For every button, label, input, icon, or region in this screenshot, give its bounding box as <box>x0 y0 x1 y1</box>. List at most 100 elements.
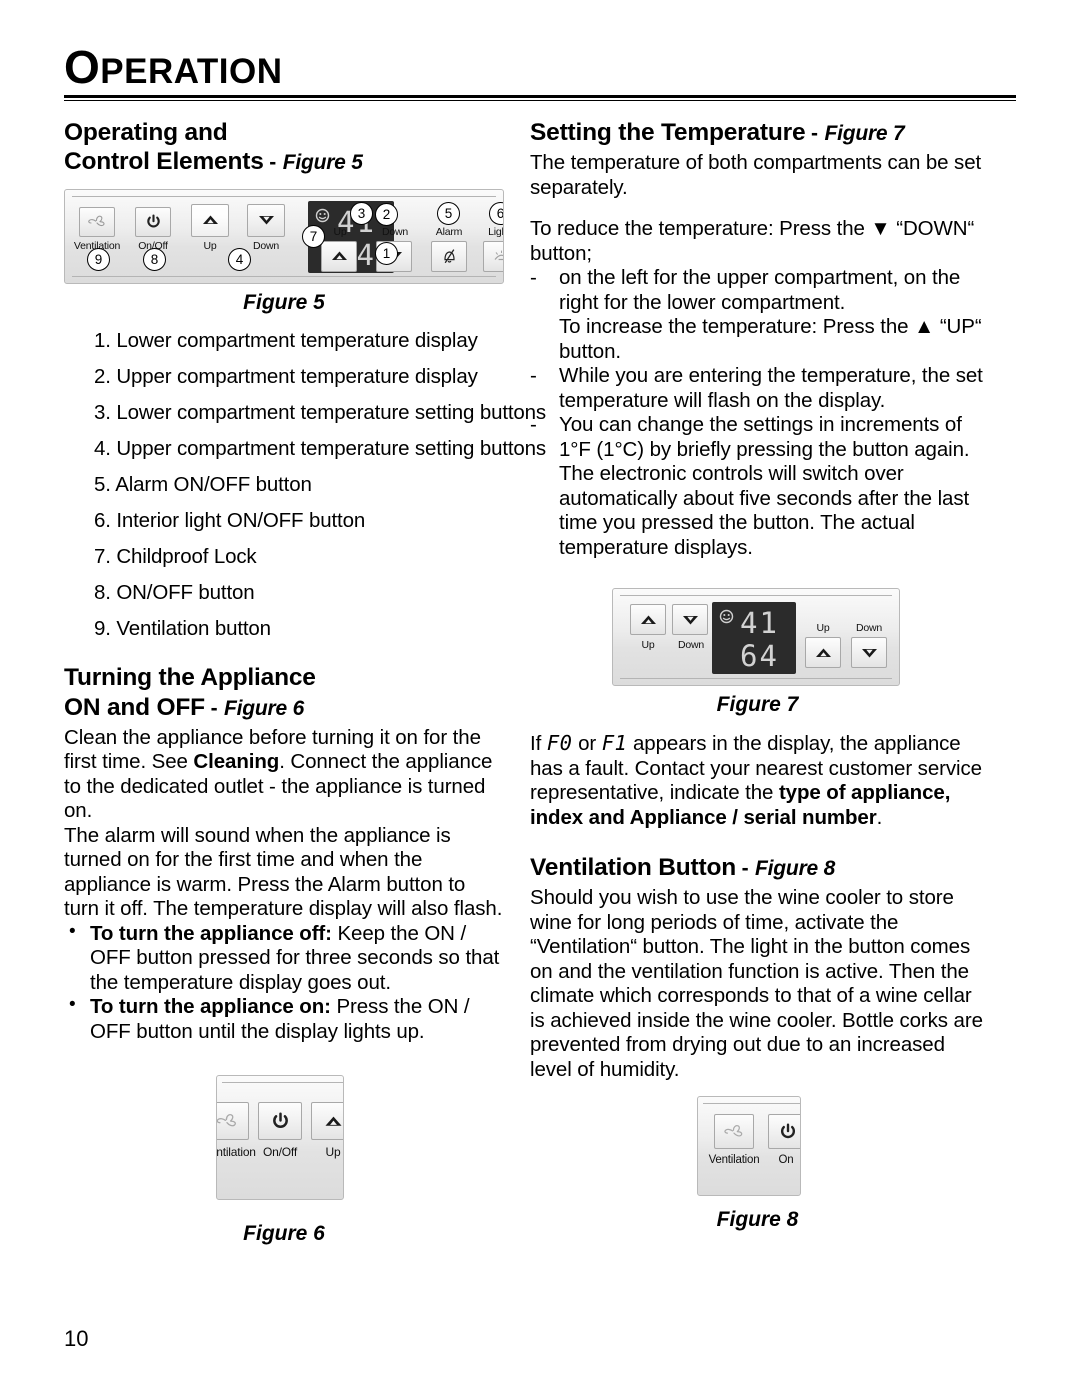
heading-dash: - <box>741 857 749 881</box>
heading-line-1: Turning the Appliance <box>64 664 316 692</box>
figure-5-caption: Figure 5 <box>243 290 325 314</box>
fault-text-a: If <box>530 732 547 756</box>
panel-bottom-rule <box>620 678 892 680</box>
heading-turning-appliance: Turning the Appliance ON and OFF - Figur… <box>64 663 504 722</box>
panel-top-rule <box>222 1082 343 1084</box>
turning-appliance-bullets: • To turn the appliance off: Keep the ON … <box>64 920 504 1044</box>
figure5-callout-3: 3 <box>350 201 373 225</box>
figure8-ventilation-button[interactable] <box>714 1114 754 1150</box>
dash-text: While you are entering the temperature, … <box>559 364 983 412</box>
power-icon <box>781 1123 795 1139</box>
triangle-down-icon <box>258 216 274 225</box>
list-item: 8. ON/OFF button <box>94 580 255 604</box>
list-item: 3. Lower compartment temperature setting… <box>94 400 547 424</box>
heading-text: Setting the Temperature <box>530 119 806 146</box>
figure5-callout-2: 2 <box>375 202 398 226</box>
dash-text: You can change the settings in increment… <box>559 413 970 559</box>
triangle-up-icon <box>331 251 347 261</box>
heading-figure-ref: Figure 7 <box>824 122 905 145</box>
figure5-label-alarm: Alarm <box>435 225 463 238</box>
header-divider <box>64 95 1016 101</box>
heading-line-1: Operating and <box>64 119 228 146</box>
figure5-light-button[interactable] <box>483 240 503 272</box>
paragraph-reduce-temperature: To reduce the temperature: Press the ▼ “… <box>530 217 975 265</box>
figure-6-caption: Figure 6 <box>243 1222 325 1246</box>
figure8-label-on: On <box>778 1154 794 1167</box>
chapter-title-rest: PERATION <box>100 52 283 91</box>
figure5-label-up-upper: Up <box>203 239 217 252</box>
figure7-down-button-lower[interactable] <box>851 637 887 669</box>
smiley-childproof-icon <box>719 609 734 624</box>
figure5-callout-7: 7 <box>302 224 325 248</box>
figure5-callout-4: 4 <box>228 247 251 271</box>
panel-top-rule <box>703 1103 800 1105</box>
figure7-label-up-lower: Up <box>816 622 830 635</box>
panel-top-rule <box>72 195 496 197</box>
bullet-dot-icon: • <box>69 920 76 942</box>
list-item: 1. Lower compartment temperature display <box>94 328 478 352</box>
fault-text-d: . <box>876 805 883 829</box>
heading-operating-control-elements: Operating and Control Elements - Figure … <box>64 118 504 177</box>
figure5-up-button-lower[interactable] <box>321 240 357 272</box>
list-item: - on the left for the upper compartment, … <box>530 266 985 315</box>
figure6-up-button[interactable] <box>311 1102 343 1141</box>
figure7-up-button-lower[interactable] <box>805 637 841 669</box>
page-title: OPERATION <box>64 44 1016 90</box>
list-item-turn-off: • To turn the appliance off: Keep the ON … <box>64 920 504 995</box>
figure7-label-down-upper: Down <box>677 639 705 652</box>
page-number: 10 <box>64 1326 89 1351</box>
figure-8-caption: Figure 8 <box>716 1208 799 1232</box>
figure7-display-lower-value: 64 <box>740 639 779 674</box>
heading-ventilation-button: Ventilation Button - Figure 8 <box>530 853 985 882</box>
figure6-onoff-button[interactable] <box>258 1102 302 1141</box>
triangle-up-icon <box>640 615 656 624</box>
dash-text: To increase the temperature: Press the ▲… <box>559 315 982 363</box>
paragraph-alarm-sound: The alarm will sound when the appliance … <box>64 823 503 921</box>
heading-dash: - <box>811 122 818 145</box>
dash-marker: - <box>530 413 537 437</box>
list-item: 2. Upper compartment temperature display <box>94 364 478 388</box>
fan-icon <box>217 1113 236 1127</box>
figure6-ventilation-button[interactable] <box>217 1102 249 1141</box>
figure5-alarm-button[interactable] <box>431 240 467 272</box>
fault-code-f0: F0 <box>546 731 573 756</box>
dash-marker: - <box>530 364 537 388</box>
triangle-up-icon <box>815 648 831 657</box>
figure5-callout-6: 6 <box>489 201 503 225</box>
lamp-icon <box>494 250 503 261</box>
triangle-down-icon <box>861 648 877 658</box>
chapter-title-first-letter: O <box>64 41 101 93</box>
figure-6-block: ntilation On/Off Up Figure 6 <box>64 1075 504 1246</box>
control-panel-figure-5: Ventilation On/Off Up Down Up Down Alarm… <box>64 188 504 284</box>
heading-dash: - <box>269 151 277 175</box>
figure8-onoff-button[interactable] <box>768 1114 800 1150</box>
list-item: - You can change the settings in incremen… <box>530 413 985 560</box>
figure5-callout-1: 1 <box>375 241 398 265</box>
divider-thick <box>64 95 1016 98</box>
list-item: - While you are entering the temperature,… <box>530 364 985 413</box>
figure7-temperature-display: 41 64 <box>712 602 796 675</box>
power-icon <box>146 214 160 228</box>
control-panel-figure-6: ntilation On/Off Up <box>216 1075 344 1201</box>
list-item: 5. Alarm ON/OFF button <box>94 472 312 496</box>
heading-figure-ref: Figure 5 <box>282 151 363 175</box>
paragraph-ventilation: Should you wish to use the wine cooler t… <box>530 886 983 1081</box>
chapter-header: OPERATION <box>64 44 1016 101</box>
figure6-label-onoff: On/Off <box>263 1145 297 1160</box>
figure5-onoff-button[interactable] <box>135 206 171 237</box>
control-panel-figure-7: Up Down 41 64 Up Down <box>612 588 900 687</box>
figure7-up-button-upper[interactable] <box>630 604 666 636</box>
paragraph-both-compartments: The temperature of both compartments can… <box>530 151 982 199</box>
figure7-down-button-upper[interactable] <box>672 604 708 636</box>
manual-page: OPERATION Operating and Control Elements… <box>0 0 1080 1397</box>
figure5-down-button-upper[interactable] <box>247 203 285 237</box>
figure5-label-down-upper: Down <box>252 239 280 252</box>
paragraph-fault-codes: If F0 or F1 appears in the display, the … <box>530 731 985 830</box>
figure-5-legend-list: 1. Lower compartment temperature display… <box>64 328 547 641</box>
setting-temperature-dash-list: - on the left for the upper compartment, … <box>530 266 985 560</box>
figure5-ventilation-button[interactable] <box>79 206 115 237</box>
figure5-up-button-upper[interactable] <box>191 203 229 237</box>
panel-bottom-rule <box>72 275 496 277</box>
figure-5-block: Ventilation On/Off Up Down Up Down Alarm… <box>64 188 504 315</box>
